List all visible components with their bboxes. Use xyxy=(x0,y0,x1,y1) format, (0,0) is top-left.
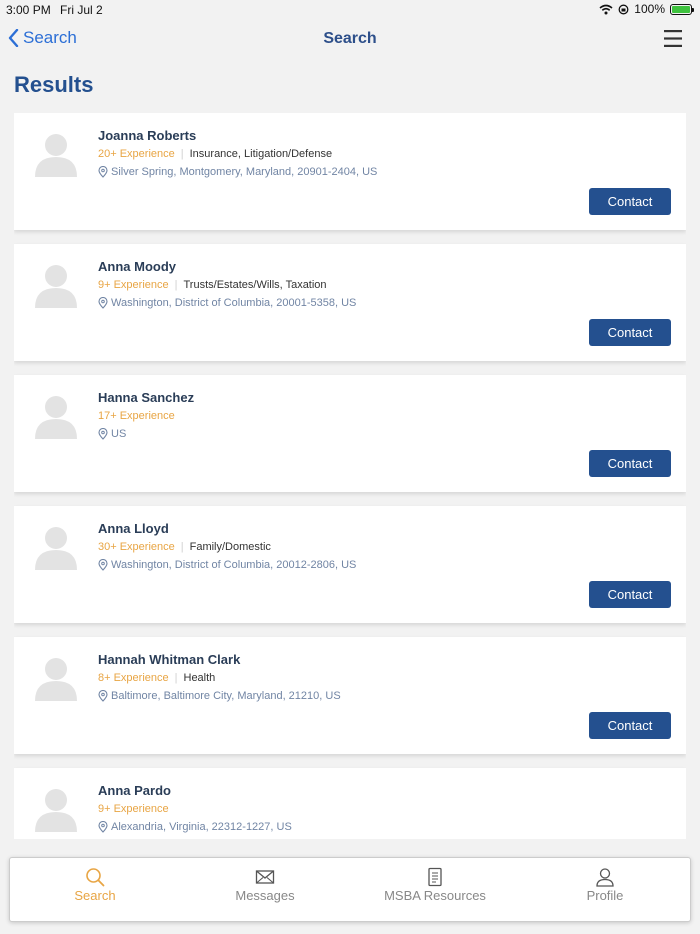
attorney-meta: 8+ Experience | Health xyxy=(98,672,215,684)
contact-button[interactable]: Contact xyxy=(589,581,671,608)
avatar-placeholder-icon xyxy=(35,396,77,439)
status-time: 3:00 PM xyxy=(6,3,51,17)
tab-msba-resources[interactable]: MSBA Resources xyxy=(350,858,520,921)
attorney-meta: 20+ Experience | Insurance, Litigation/D… xyxy=(98,148,332,160)
avatar-placeholder-icon xyxy=(35,527,77,570)
attorney-location: Silver Spring, Montgomery, Maryland, 209… xyxy=(98,166,377,178)
experience-label: 20+ Experience xyxy=(98,148,175,160)
location-text: Washington, District of Columbia, 20012-… xyxy=(111,559,357,571)
attorney-meta: 30+ Experience | Family/Domestic xyxy=(98,541,271,553)
tab-messages[interactable]: Messages xyxy=(180,858,350,921)
tab-label: Profile xyxy=(586,888,624,903)
meta-divider: | xyxy=(180,148,184,160)
attorney-name: Hanna Sanchez xyxy=(98,390,195,405)
status-indicators: 100% xyxy=(599,2,694,16)
experience-label: 17+ Experience xyxy=(98,410,175,422)
location-pin-icon xyxy=(98,690,108,702)
result-card[interactable]: Joanna Roberts 20+ Experience | Insuranc… xyxy=(14,113,686,230)
location-pin-icon xyxy=(98,166,108,178)
location-pin-icon xyxy=(98,559,108,571)
tab-search[interactable]: Search xyxy=(10,858,180,921)
experience-label: 30+ Experience xyxy=(98,541,175,553)
attorney-location: Baltimore, Baltimore City, Maryland, 212… xyxy=(98,690,341,702)
location-pin-icon xyxy=(98,821,108,833)
attorney-location: Washington, District of Columbia, 20012-… xyxy=(98,559,356,571)
location-text: Baltimore, Baltimore City, Maryland, 212… xyxy=(111,690,341,702)
contact-button[interactable]: Contact xyxy=(589,450,671,477)
contact-button[interactable]: Contact xyxy=(589,712,671,739)
results-list[interactable]: Joanna Roberts 20+ Experience | Insuranc… xyxy=(14,113,686,839)
attorney-name: Anna Moody xyxy=(98,259,176,274)
attorney-location: Washington, District of Columbia, 20001-… xyxy=(98,297,356,309)
result-card[interactable]: Hanna Sanchez 17+ Experience US Contact xyxy=(14,375,686,492)
experience-label: 8+ Experience xyxy=(98,672,169,684)
practice-areas: Trusts/Estates/Wills, Taxation xyxy=(183,279,327,291)
contact-button[interactable]: Contact xyxy=(589,188,671,215)
person-icon xyxy=(596,868,614,887)
orientation-lock-icon xyxy=(618,4,629,14)
location-text: US xyxy=(111,428,127,440)
attorney-name: Anna Lloyd xyxy=(98,521,169,536)
wifi-icon xyxy=(599,4,613,14)
attorney-meta: 9+ Experience xyxy=(98,803,169,815)
attorney-name: Anna Pardo xyxy=(98,783,171,798)
attorney-meta: 17+ Experience xyxy=(98,410,175,422)
location-text: Silver Spring, Montgomery, Maryland, 209… xyxy=(111,166,378,178)
results-heading: Results xyxy=(14,72,94,97)
page-title: Search xyxy=(323,30,377,47)
location-pin-icon xyxy=(98,428,108,440)
battery-percent: 100% xyxy=(634,2,665,16)
attorney-location: US xyxy=(98,428,126,440)
tab-label: MSBA Resources xyxy=(384,888,486,903)
status-bar: 3:00 PM Fri Jul 2 100% xyxy=(0,0,700,20)
result-card[interactable]: Anna Pardo 9+ Experience Alexandria, Vir… xyxy=(14,768,686,839)
practice-areas: Family/Domestic xyxy=(189,541,271,553)
practice-areas: Insurance, Litigation/Defense xyxy=(189,148,333,160)
attorney-name: Hannah Whitman Clark xyxy=(98,652,241,667)
menu-button[interactable] xyxy=(664,30,682,52)
tab-profile[interactable]: Profile xyxy=(520,858,690,921)
location-pin-icon xyxy=(98,297,108,309)
meta-divider: | xyxy=(174,672,178,684)
tab-label: Messages xyxy=(235,888,295,903)
search-icon xyxy=(86,868,105,887)
navigation-bar: Search Search xyxy=(0,24,700,54)
contact-button[interactable]: Contact xyxy=(589,319,671,346)
battery-icon xyxy=(670,3,694,15)
attorney-name: Joanna Roberts xyxy=(98,128,197,143)
result-card[interactable]: Hannah Whitman Clark 8+ Experience | Hea… xyxy=(14,637,686,754)
hamburger-icon xyxy=(664,30,682,47)
meta-divider: | xyxy=(174,279,178,291)
result-card[interactable]: Anna Moody 9+ Experience | Trusts/Estate… xyxy=(14,244,686,361)
experience-label: 9+ Experience xyxy=(98,803,169,815)
document-icon xyxy=(428,867,442,887)
location-text: Washington, District of Columbia, 20001-… xyxy=(111,297,357,309)
avatar-placeholder-icon xyxy=(35,658,77,701)
avatar-placeholder-icon xyxy=(35,134,77,177)
location-text: Alexandria, Virginia, 22312-1227, US xyxy=(111,821,292,833)
envelope-icon xyxy=(255,870,275,884)
experience-label: 9+ Experience xyxy=(98,279,169,291)
avatar-placeholder-icon xyxy=(35,789,77,832)
attorney-location: Alexandria, Virginia, 22312-1227, US xyxy=(98,821,292,833)
result-card[interactable]: Anna Lloyd 30+ Experience | Family/Domes… xyxy=(14,506,686,623)
avatar-placeholder-icon xyxy=(35,265,77,308)
tab-label: Search xyxy=(74,888,116,903)
practice-areas: Health xyxy=(183,672,216,684)
tab-bar: Search Messages MSBA Resources Profile xyxy=(9,857,691,922)
status-date: Fri Jul 2 xyxy=(60,3,103,17)
meta-divider: | xyxy=(180,541,184,553)
attorney-meta: 9+ Experience | Trusts/Estates/Wills, Ta… xyxy=(98,279,327,291)
